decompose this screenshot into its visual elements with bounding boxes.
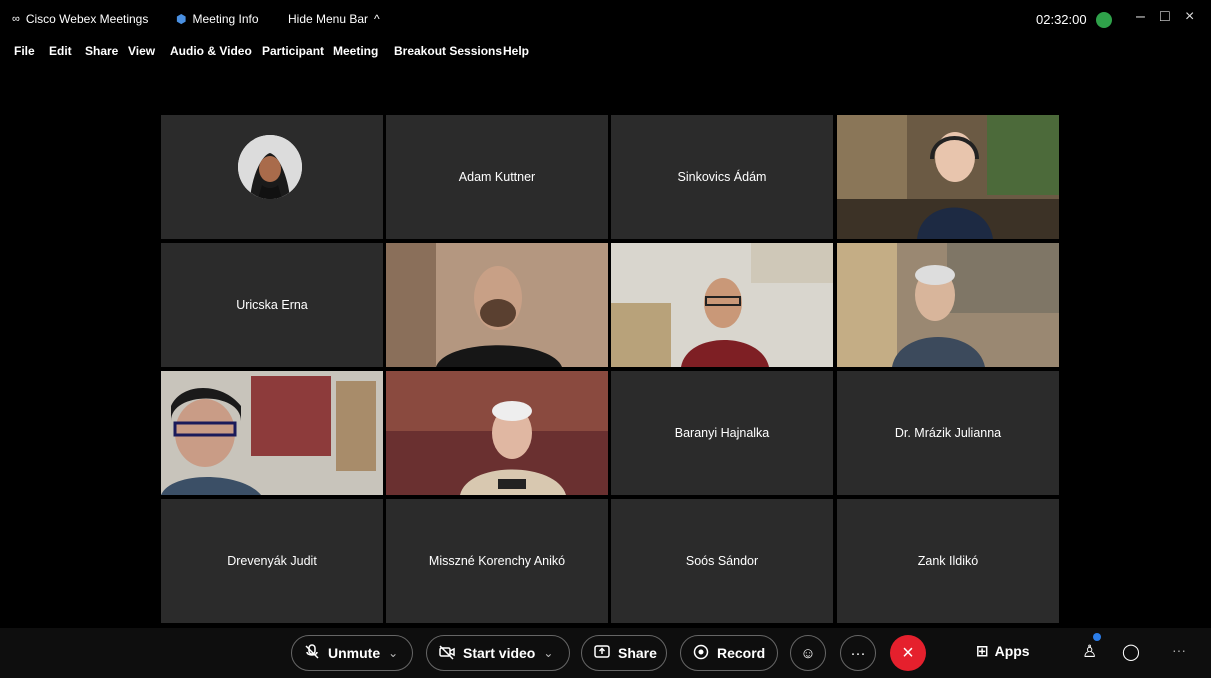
participant-video-tile[interactable] (837, 243, 1059, 367)
meeting-info-label: Meeting Info (192, 12, 259, 26)
title-bar: ∞ Cisco Webex Meetings ⬢ Meeting Info Hi… (0, 0, 1211, 40)
participant-video-tile[interactable] (611, 243, 833, 367)
participant-name: Zank Ildikó (917, 554, 979, 568)
participant-grid: Adam Kuttner Sinkovics Ádám Uricska Erna (161, 115, 1059, 625)
notification-dot (1093, 633, 1101, 641)
unmute-button[interactable]: Unmute ⌄ (291, 635, 413, 671)
participant-name: Soós Sándor (685, 554, 759, 568)
participant-video (386, 371, 608, 495)
chat-button[interactable]: ◯ (1122, 642, 1140, 662)
participants-icon: ♙ (1082, 642, 1098, 661)
avatar (238, 135, 302, 199)
participant-name: Sinkovics Ádám (677, 170, 767, 184)
network-signal-icon[interactable] (1096, 12, 1112, 28)
menu-audio-video[interactable]: Audio & Video (170, 44, 252, 58)
chevron-down-icon[interactable]: ⌄ (388, 646, 398, 660)
more-icon: ··· (850, 644, 866, 662)
participant-tile[interactable] (161, 115, 383, 239)
participant-video-tile[interactable] (161, 371, 383, 495)
apps-icon: ⊞ (976, 643, 989, 660)
participant-name: Drevenyák Judit (227, 554, 317, 568)
menu-edit[interactable]: Edit (49, 44, 72, 58)
participant-tile[interactable]: Misszné Korenchy Anikó (386, 499, 608, 623)
menu-participant[interactable]: Participant (262, 44, 324, 58)
meeting-clock: 02:32:00 (1036, 12, 1087, 27)
participant-name: Adam Kuttner (458, 170, 536, 184)
maximize-icon[interactable]: □ (1160, 8, 1170, 26)
participant-tile[interactable]: Uricska Erna (161, 243, 383, 367)
minimize-icon[interactable]: – (1136, 8, 1145, 26)
menu-file[interactable]: File (14, 44, 35, 58)
menu-bar: File Edit Share View Audio & Video Parti… (0, 42, 1211, 62)
microphone-muted-icon (304, 643, 320, 663)
participant-tile[interactable]: Drevenyák Judit (161, 499, 383, 623)
share-button[interactable]: Share (581, 635, 667, 671)
record-button[interactable]: Record (680, 635, 778, 671)
participant-tile[interactable]: Soós Sándor (611, 499, 833, 623)
participant-name: Misszné Korenchy Anikó (428, 554, 566, 568)
more-icon: ··· (1172, 642, 1186, 658)
start-video-button[interactable]: Start video ⌄ (426, 635, 570, 671)
start-video-label: Start video (463, 645, 536, 661)
overflow-menu-button[interactable]: ··· (1172, 642, 1186, 658)
participant-name: Uricska Erna (236, 298, 308, 312)
more-options-button[interactable]: ··· (840, 635, 876, 671)
participants-button[interactable]: ♙ (1082, 642, 1097, 662)
emoji-icon: ☺ (800, 644, 816, 662)
app-title: ∞ Cisco Webex Meetings (12, 12, 148, 26)
record-label: Record (717, 645, 766, 661)
participant-video (386, 243, 608, 367)
menu-meeting[interactable]: Meeting (333, 44, 378, 58)
shield-icon: ⬢ (176, 12, 187, 26)
participant-tile[interactable]: Adam Kuttner (386, 115, 608, 239)
chevron-up-icon: ^ (374, 12, 380, 26)
participant-name: Dr. Mrázik Julianna (894, 426, 1002, 440)
menu-help[interactable]: Help (503, 44, 529, 58)
menu-view[interactable]: View (128, 44, 155, 58)
meeting-info-button[interactable]: ⬢ Meeting Info (176, 12, 259, 26)
apps-button[interactable]: ⊞ Apps (976, 642, 1030, 660)
participant-tile[interactable]: Sinkovics Ádám (611, 115, 833, 239)
chevron-down-icon[interactable]: ⌄ (543, 646, 553, 660)
meeting-control-bar: Unmute ⌄ Start video ⌄ Share Record ☺ ··… (0, 628, 1211, 678)
participant-video-tile[interactable] (386, 243, 608, 367)
hide-menu-bar-button[interactable]: Hide Menu Bar ^ (288, 12, 380, 26)
webex-logo-icon: ∞ (12, 13, 20, 25)
menu-share[interactable]: Share (85, 44, 118, 58)
participant-tile[interactable]: Dr. Mrázik Julianna (837, 371, 1059, 495)
share-label: Share (618, 645, 657, 661)
participant-video (611, 243, 833, 367)
participant-video-tile[interactable] (837, 115, 1059, 239)
participant-video-tile[interactable] (386, 371, 608, 495)
end-call-button[interactable]: × (890, 635, 926, 671)
participant-tile[interactable]: Baranyi Hajnalka (611, 371, 833, 495)
unmute-label: Unmute (328, 645, 381, 661)
participant-tile[interactable]: Zank Ildikó (837, 499, 1059, 623)
participant-video (837, 243, 1059, 367)
participant-video (161, 371, 383, 495)
camera-off-icon (439, 644, 455, 663)
hide-menu-label: Hide Menu Bar (288, 12, 369, 26)
record-icon (693, 644, 709, 663)
close-icon[interactable]: × (1185, 8, 1194, 26)
close-icon: × (902, 641, 914, 664)
reactions-button[interactable]: ☺ (790, 635, 826, 671)
participant-video (837, 115, 1059, 239)
chat-icon: ◯ (1122, 644, 1140, 661)
apps-label: Apps (994, 643, 1030, 659)
participant-name: Baranyi Hajnalka (674, 426, 770, 440)
menu-breakout-sessions[interactable]: Breakout Sessions (394, 44, 502, 58)
share-screen-icon (594, 644, 610, 663)
app-title-text: Cisco Webex Meetings (25, 12, 149, 26)
